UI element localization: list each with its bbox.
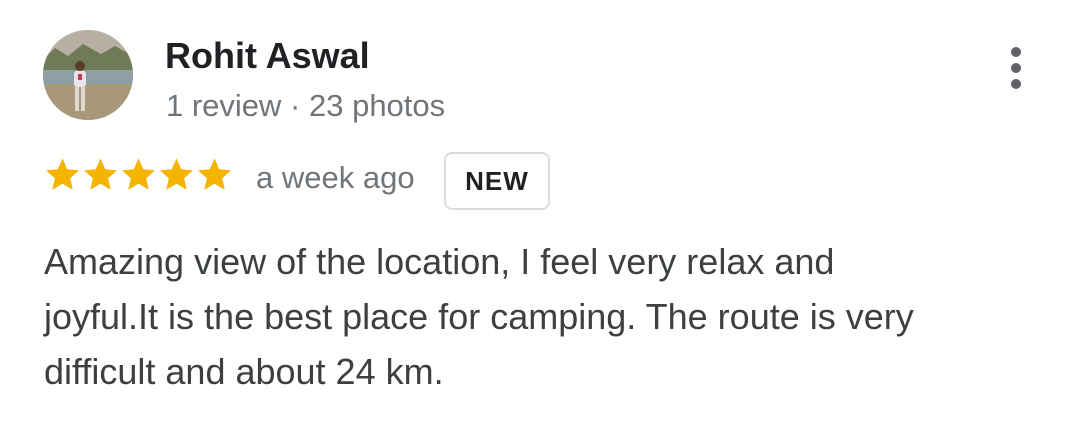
more-dot [1011,63,1021,73]
more-dot [1011,47,1021,57]
star-icon [160,158,193,190]
author-stats: 1 review · 23 photos [166,88,446,123]
star-icon [46,158,79,190]
star-icon [198,158,231,190]
star-icon [122,158,155,190]
review-text: Amazing view of the location, I feel ver… [44,241,914,392]
star-rating [44,156,233,193]
more-dot [1011,79,1021,89]
more-options-icon[interactable] [996,40,1036,96]
avatar[interactable] [43,30,133,120]
author-name[interactable]: Rohit Aswal [165,34,370,78]
new-badge: NEW [444,152,550,210]
star-icon [84,158,117,190]
review-card: Rohit Aswal 1 review · 23 photos a week … [0,0,1080,429]
review-time: a week ago [256,160,415,195]
